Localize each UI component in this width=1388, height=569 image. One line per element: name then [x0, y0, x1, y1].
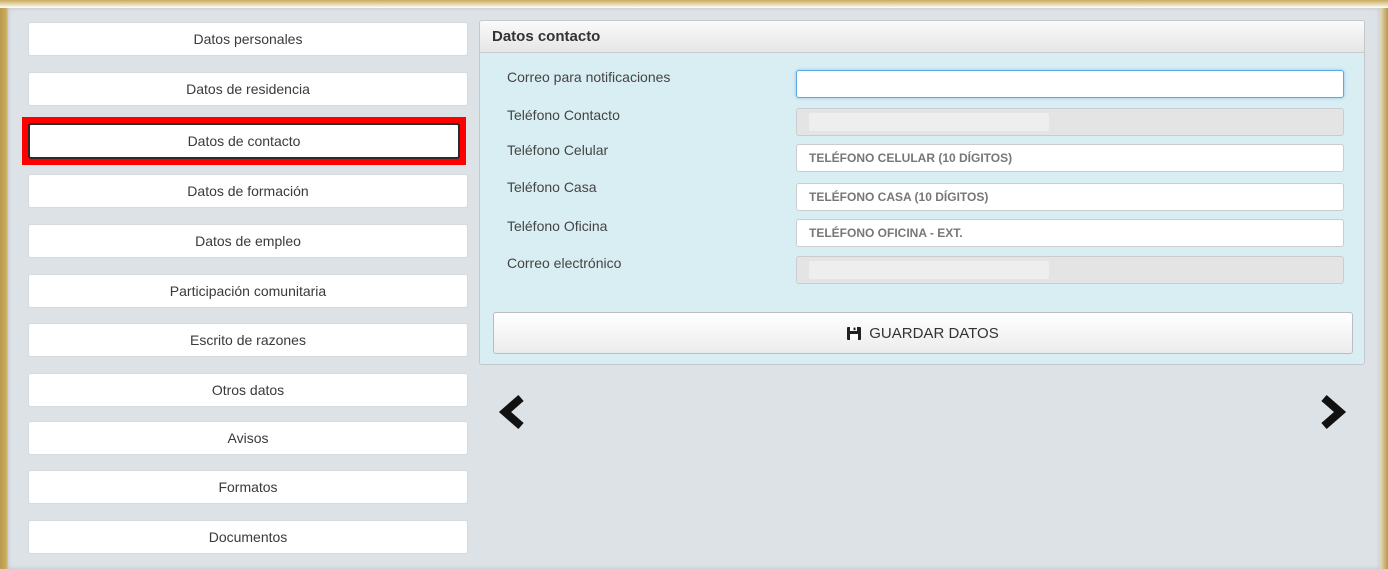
label-telefono-celular: Teléfono Celular [507, 142, 609, 158]
telefono-contacto-field[interactable] [796, 108, 1344, 136]
chevron-right-icon[interactable] [1318, 395, 1348, 429]
sidebar-item-label: Datos personales [193, 31, 303, 47]
sidebar-item-participacion[interactable]: Participación comunitaria [28, 274, 468, 308]
label-telefono-casa: Teléfono Casa [507, 179, 597, 195]
sidebar-item-label: Datos de contacto [187, 133, 301, 149]
save-button-label: GUARDAR DATOS [869, 324, 999, 342]
panel-title: Datos contacto [480, 21, 1364, 53]
telefono-oficina-input[interactable]: TELÉFONO OFICINA - EXT. [796, 219, 1344, 247]
field-placeholder: TELÉFONO CASA (10 DÍGITOS) [809, 190, 989, 204]
field-placeholder: TELÉFONO OFICINA - EXT. [809, 226, 963, 240]
sidebar-item-datos-formacion[interactable]: Datos de formación [28, 174, 468, 208]
sidebar-item-datos-residencia[interactable]: Datos de residencia [28, 72, 468, 106]
sidebar-item-label: Escrito de razones [190, 332, 306, 348]
contact-panel: Datos contacto Correo para notificacione… [479, 20, 1365, 365]
sidebar-item-datos-personales[interactable]: Datos personales [28, 22, 468, 56]
sidebar-item-label: Documentos [208, 529, 288, 545]
label-telefono-oficina: Teléfono Oficina [507, 218, 608, 234]
sidebar-item-label: Otros datos [211, 382, 285, 398]
sidebar-item-otros-datos[interactable]: Otros datos [28, 373, 468, 407]
telefono-celular-input[interactable]: TELÉFONO CELULAR (10 DÍGITOS) [796, 144, 1344, 172]
floppy-disk-icon [847, 326, 862, 340]
sidebar-item-label: Datos de residencia [186, 81, 310, 97]
sidebar-item-formatos[interactable]: Formatos [28, 470, 468, 504]
sidebar-item-label: Datos de formación [187, 183, 309, 199]
sidebar-item-label: Avisos [227, 430, 269, 446]
sidebar-item-datos-contacto[interactable]: Datos de contacto [22, 117, 466, 165]
label-correo-notificaciones: Correo para notificaciones [507, 69, 671, 85]
label-telefono-contacto: Teléfono Contacto [507, 107, 620, 123]
sidebar-item-escrito-razones[interactable]: Escrito de razones [28, 323, 468, 357]
redacted-value [809, 113, 1049, 131]
sidebar-item-avisos[interactable]: Avisos [28, 421, 468, 455]
sidebar-item-datos-empleo[interactable]: Datos de empleo [28, 224, 468, 258]
save-button[interactable]: GUARDAR DATOS [493, 312, 1353, 354]
sidebar-item-label: Datos de empleo [195, 233, 301, 249]
redacted-value [809, 261, 1049, 279]
frame-top-border [0, 0, 1388, 8]
label-correo-electronico: Correo electrónico [507, 255, 622, 271]
sidebar-item-label: Formatos [218, 479, 278, 495]
page-canvas: Datos personales Datos de residencia Dat… [8, 8, 1380, 569]
sidebar-item-label: Participación comunitaria [169, 283, 327, 299]
field-placeholder: TELÉFONO CELULAR (10 DÍGITOS) [809, 151, 1013, 165]
active-item-inner: Datos de contacto [28, 123, 460, 159]
sidebar-item-documentos[interactable]: Documentos [28, 520, 468, 554]
chevron-left-icon[interactable] [497, 395, 527, 429]
telefono-casa-input[interactable]: TELÉFONO CASA (10 DÍGITOS) [796, 183, 1344, 211]
correo-notificaciones-input[interactable] [796, 70, 1344, 98]
correo-electronico-field[interactable] [796, 256, 1344, 284]
